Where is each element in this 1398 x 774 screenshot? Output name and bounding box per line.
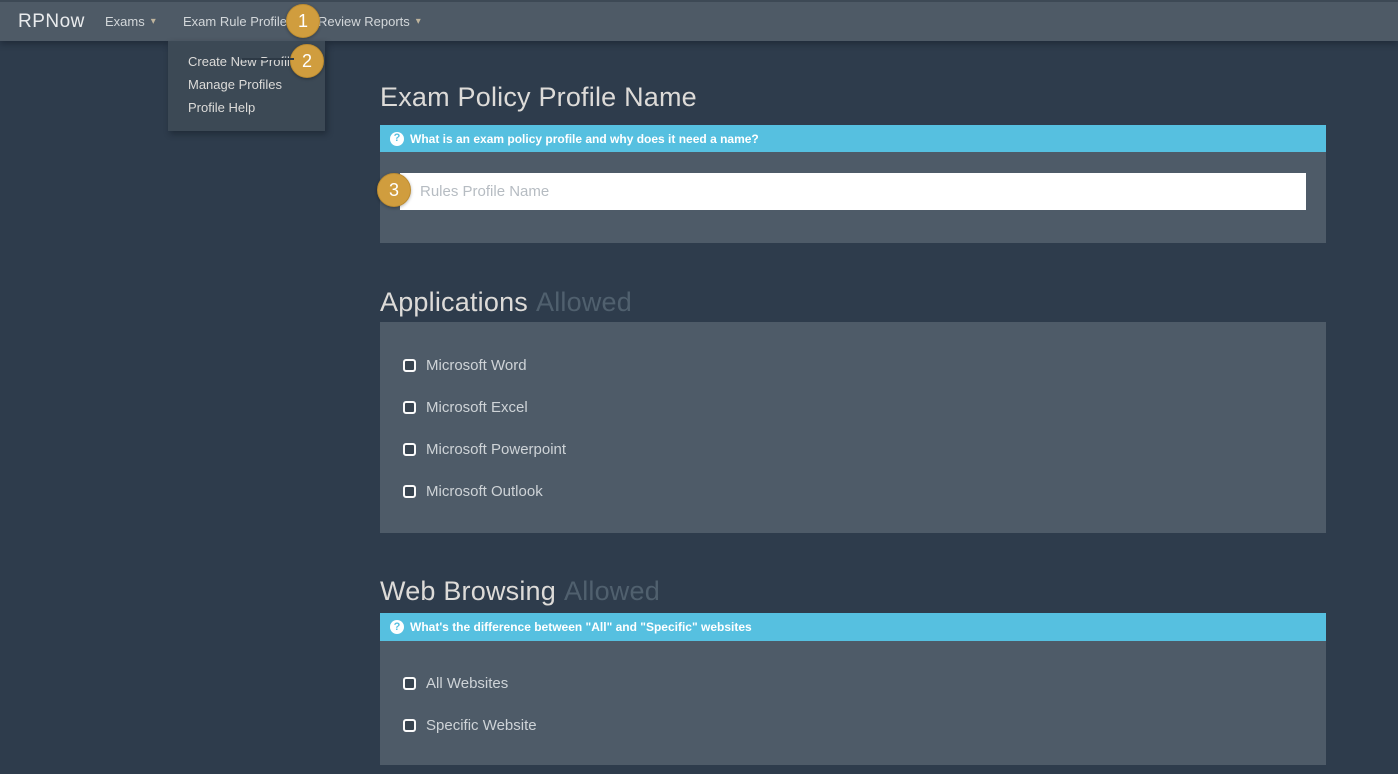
panel-web-browsing: All Websites Specific Website xyxy=(380,641,1326,765)
page-title: Exam Policy Profile Name xyxy=(380,82,697,113)
checkbox-row[interactable]: Microsoft Excel xyxy=(403,399,1326,416)
section-title-web-browsing: Web Browsing Allowed xyxy=(380,576,660,607)
chevron-down-icon: ▾ xyxy=(416,17,421,27)
checkbox-label: Microsoft Excel xyxy=(426,399,528,416)
section-title-suffix: Allowed xyxy=(564,576,660,606)
help-bar-text: What is an exam policy profile and why d… xyxy=(410,132,759,146)
checkbox[interactable] xyxy=(403,719,416,732)
checkbox[interactable] xyxy=(403,485,416,498)
checkbox[interactable] xyxy=(403,443,416,456)
chevron-down-icon: ▾ xyxy=(151,17,156,27)
checkbox[interactable] xyxy=(403,677,416,690)
question-circle-icon: ? xyxy=(390,620,404,634)
checkbox-label: All Websites xyxy=(426,675,508,692)
panel-applications: Microsoft Word Microsoft Excel Microsoft… xyxy=(380,322,1326,533)
brand-logo[interactable]: RPNow xyxy=(18,2,85,41)
nav-menu-item-label: Review Reports xyxy=(318,14,410,29)
checkbox-label: Specific Website xyxy=(426,717,537,734)
help-bar-text: What's the difference between "All" and … xyxy=(410,620,752,634)
checkbox-row[interactable]: Specific Website xyxy=(403,717,1326,734)
top-navbar: RPNow Exams ▾ Exam Rule Profile ▾ Review… xyxy=(0,0,1398,41)
nav-menu-item-label: Exam Rule Profile xyxy=(183,14,287,29)
checkbox-row[interactable]: All Websites xyxy=(403,675,1326,692)
checkbox-label: Microsoft Word xyxy=(426,357,527,374)
checkbox-label: Microsoft Powerpoint xyxy=(426,441,566,458)
dropdown-menu-item[interactable]: Profile Help xyxy=(168,96,325,119)
step-badge-1: 1 xyxy=(286,4,320,38)
checkbox-row[interactable]: Microsoft Outlook xyxy=(403,483,1326,500)
section-title-suffix: Allowed xyxy=(536,287,632,317)
checkbox[interactable] xyxy=(403,359,416,372)
checkbox-row[interactable]: Microsoft Word xyxy=(403,357,1326,374)
step-badge-3: 3 xyxy=(377,173,411,207)
rules-profile-name-input[interactable] xyxy=(400,173,1306,210)
section-title-text: Applications xyxy=(380,287,528,317)
question-circle-icon: ? xyxy=(390,132,404,146)
applications-checkbox-list: Microsoft Word Microsoft Excel Microsoft… xyxy=(380,322,1326,500)
annotation-line xyxy=(242,58,294,60)
nav-menu-item[interactable]: Exam Rule Profile ▾ xyxy=(183,2,298,41)
nav-menu-item-label: Exams xyxy=(105,14,145,29)
panel-profile-name xyxy=(380,152,1326,243)
checkbox[interactable] xyxy=(403,401,416,414)
web-browsing-checkbox-list: All Websites Specific Website xyxy=(380,641,1326,734)
nav-menu-item[interactable]: Exams ▾ xyxy=(105,2,156,41)
checkbox-label: Microsoft Outlook xyxy=(426,483,543,500)
help-bar-profile-name[interactable]: ? What is an exam policy profile and why… xyxy=(380,125,1326,152)
step-badge-2: 2 xyxy=(290,44,324,78)
help-bar-web-browsing[interactable]: ? What's the difference between "All" an… xyxy=(380,613,1326,641)
section-title-applications: Applications Allowed xyxy=(380,287,632,318)
nav-menu-item[interactable]: Review Reports ▾ xyxy=(318,2,421,41)
checkbox-row[interactable]: Microsoft Powerpoint xyxy=(403,441,1326,458)
section-title-text: Web Browsing xyxy=(380,576,556,606)
